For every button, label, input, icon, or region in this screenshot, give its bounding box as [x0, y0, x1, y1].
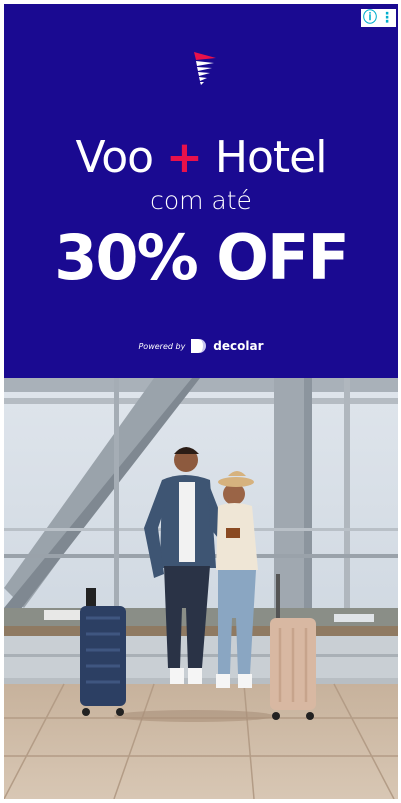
info-icon[interactable]: ⓘ — [363, 10, 377, 26]
promo-panel: Voo + Hotel com até 30% OFF Powered by d… — [4, 4, 398, 378]
subline: com até — [150, 186, 252, 215]
headline-hotel: Hotel — [214, 132, 328, 183]
discount-text: 30% OFF — [54, 221, 349, 294]
powered-by-label: Powered by — [138, 341, 186, 351]
more-options-icon[interactable]: ⋮ — [380, 10, 394, 26]
airline-logo-icon — [194, 52, 216, 85]
headline-flight: Voo — [75, 132, 155, 183]
decolar-logo-icon — [191, 339, 207, 353]
travel-photo — [4, 378, 398, 799]
headline-plus: + — [166, 132, 203, 183]
partner-name: decolar — [213, 339, 264, 353]
ad-banner[interactable]: Voo + Hotel com até 30% OFF Powered by d… — [4, 4, 398, 799]
headline: Voo + Hotel — [4, 134, 398, 182]
powered-by: Powered by decolar — [4, 338, 398, 354]
adchoices-badge[interactable]: ⓘ ⋮ — [361, 9, 396, 27]
